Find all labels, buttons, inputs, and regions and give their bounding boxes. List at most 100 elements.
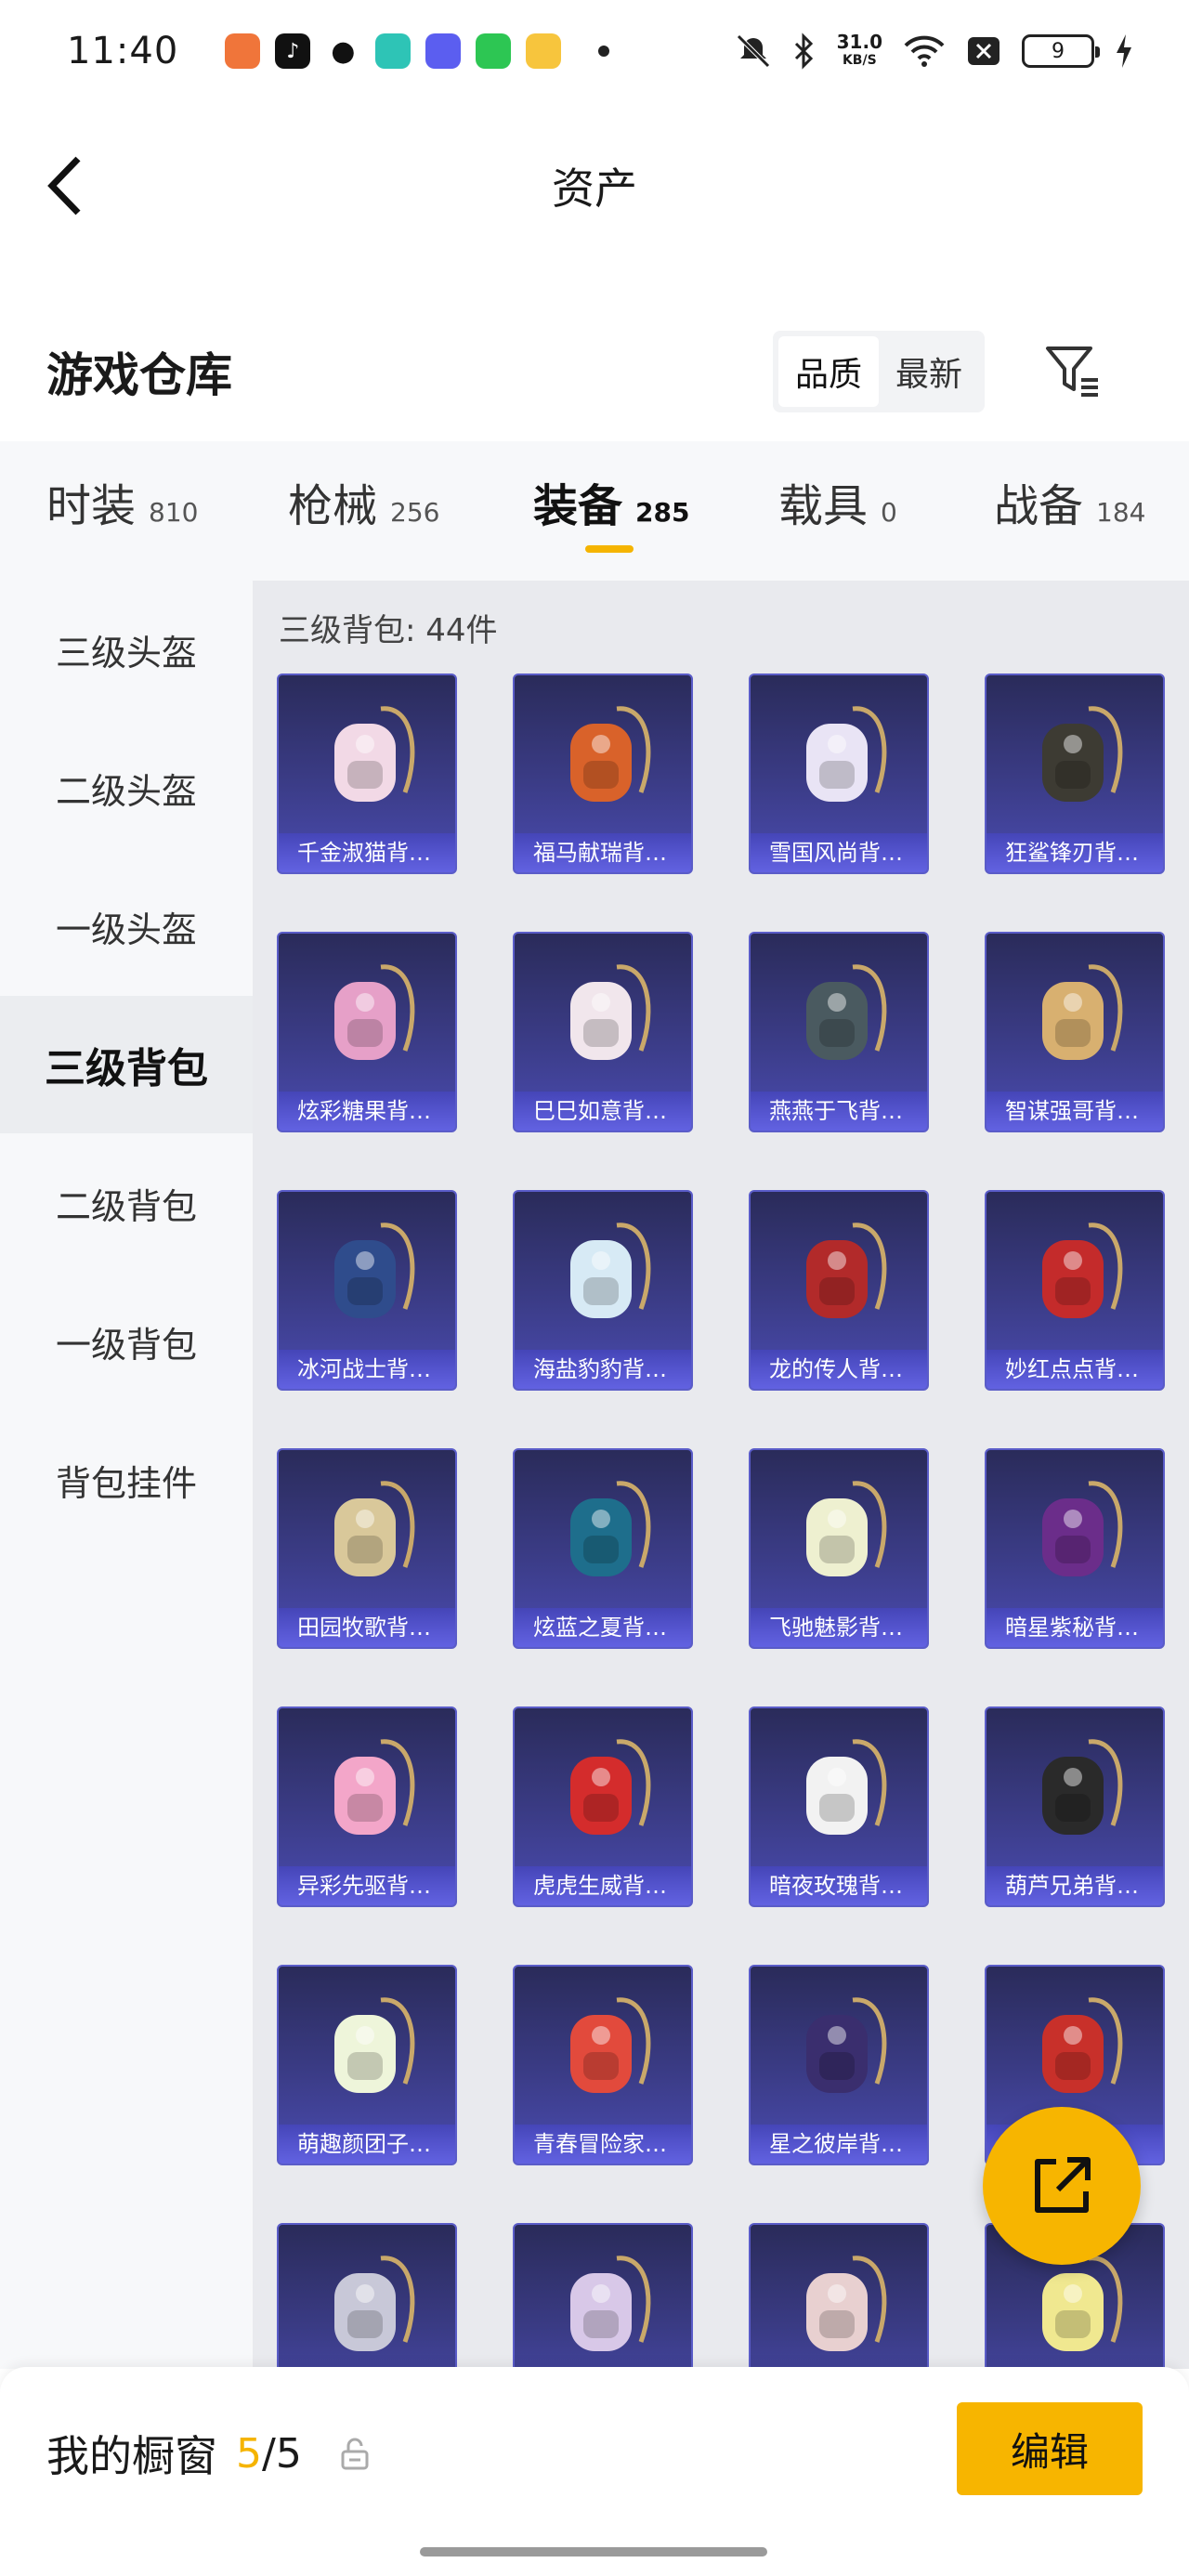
backpack-icon bbox=[1042, 964, 1123, 1060]
item-card[interactable]: 燕燕于飞背… bbox=[749, 932, 929, 1132]
tab-count: 256 bbox=[390, 497, 440, 528]
item-card[interactable]: 飞驰魅影背… bbox=[749, 1448, 929, 1649]
grid-app-icon bbox=[476, 33, 512, 69]
backpack-icon bbox=[1042, 1481, 1123, 1576]
item-card[interactable]: 青春冒险家… bbox=[513, 1965, 693, 2165]
item-name: 田园牧歌背… bbox=[279, 1608, 455, 1647]
item-card[interactable]: 虎虎生威背… bbox=[513, 1706, 693, 1907]
tab-label: 装备 bbox=[533, 480, 623, 532]
showcase-count: 5/5 bbox=[236, 2430, 302, 2478]
tab-count: 810 bbox=[149, 497, 199, 528]
net-speed-value: 31.0 bbox=[836, 31, 882, 53]
item-name: 千金淑猫背… bbox=[279, 833, 455, 872]
item-name: 虎虎生威背… bbox=[515, 1866, 691, 1905]
item-name: 妙红点点背… bbox=[986, 1350, 1163, 1389]
sidebar-item-helmet-lv1[interactable]: 一级头盔 bbox=[0, 857, 253, 995]
notification-icons: ♪ ● bbox=[225, 33, 610, 69]
game-app-icon bbox=[225, 33, 261, 69]
sidebar-item-helmet-lv2[interactable]: 二级头盔 bbox=[0, 719, 253, 856]
sidebar-item-backpack-lv3[interactable]: 三级背包 bbox=[0, 996, 253, 1133]
subcategory-sidebar: 三级头盔 二级头盔 一级头盔 三级背包 二级背包 一级背包 背包挂件 bbox=[0, 581, 253, 2369]
backpack-icon bbox=[806, 2256, 887, 2351]
item-card[interactable]: 炫彩糖果背… bbox=[277, 932, 457, 1132]
backpack-icon bbox=[1042, 706, 1123, 802]
edit-button[interactable]: 编辑 bbox=[957, 2402, 1143, 2495]
item-name: 龙的传人背… bbox=[751, 1350, 927, 1389]
item-card[interactable]: 冰河战士背… bbox=[277, 1190, 457, 1391]
more-notifications-dot bbox=[598, 46, 610, 57]
item-card[interactable]: 妙红点点背… bbox=[985, 1190, 1165, 1391]
backpack-icon bbox=[570, 706, 651, 802]
item-card[interactable]: 萌趣颜团子… bbox=[277, 1965, 457, 2165]
bottom-bar: 我的橱窗 5/5 编辑 bbox=[0, 2367, 1189, 2576]
item-card[interactable]: 海盐豹豹背… bbox=[513, 1190, 693, 1391]
item-name: 萌趣颜团子… bbox=[279, 2125, 455, 2164]
item-card[interactable] bbox=[513, 2223, 693, 2369]
sort-quality-option[interactable]: 品质 bbox=[777, 336, 879, 407]
backpack-icon bbox=[570, 964, 651, 1060]
tab-vehicles[interactable]: 载具 0 bbox=[778, 469, 897, 534]
sidebar-item-backpack-lv2[interactable]: 二级背包 bbox=[0, 1134, 253, 1272]
item-card[interactable] bbox=[749, 2223, 929, 2369]
page-title: 资产 bbox=[552, 163, 637, 214]
app-header: 资产 bbox=[0, 102, 1189, 269]
backpack-icon bbox=[334, 964, 415, 1060]
item-name: 冰河战士背… bbox=[279, 1350, 455, 1389]
tab-equipment[interactable]: 装备 285 bbox=[533, 469, 689, 534]
backpack-icon bbox=[806, 964, 887, 1060]
backpack-icon bbox=[570, 1481, 651, 1576]
item-card[interactable]: 狂鲨锋刃背… bbox=[985, 673, 1165, 874]
item-card[interactable]: 雪国风尚背… bbox=[749, 673, 929, 874]
item-card[interactable]: 千金淑猫背… bbox=[277, 673, 457, 874]
item-card[interactable]: 葫芦兄弟背… bbox=[985, 1706, 1165, 1907]
filter-icon bbox=[1046, 347, 1098, 397]
showcase-total: 5 bbox=[275, 2429, 302, 2478]
item-card[interactable]: 星之彼岸背… bbox=[749, 1965, 929, 2165]
sidebar-item-helmet-lv3[interactable]: 三级头盔 bbox=[0, 581, 253, 718]
cloud-app-icon bbox=[425, 33, 462, 69]
warehouse-header: 游戏仓库 品质 最新 bbox=[0, 325, 1189, 418]
filter-button[interactable] bbox=[1040, 339, 1105, 404]
backpack-icon bbox=[806, 1997, 887, 2093]
sidebar-item-backpack-pendant[interactable]: 背包挂件 bbox=[0, 1411, 253, 1549]
item-card[interactable]: 龙的传人背… bbox=[749, 1190, 929, 1391]
sidebar-item-backpack-lv1[interactable]: 一级背包 bbox=[0, 1273, 253, 1410]
backpack-icon bbox=[806, 1223, 887, 1318]
tab-count: 0 bbox=[881, 497, 897, 528]
tab-fashion[interactable]: 时装 810 bbox=[46, 469, 198, 534]
backpack-icon bbox=[806, 1481, 887, 1576]
item-name: 星之彼岸背… bbox=[751, 2125, 927, 2164]
home-indicator[interactable] bbox=[420, 2547, 767, 2556]
item-card[interactable]: 暗星紫秘背… bbox=[985, 1448, 1165, 1649]
tab-supplies[interactable]: 战备 184 bbox=[994, 469, 1145, 534]
item-name: 异彩先驱背… bbox=[279, 1866, 455, 1905]
item-card[interactable]: 智谋强哥背… bbox=[985, 932, 1165, 1132]
charging-icon bbox=[1117, 34, 1131, 68]
warehouse-title: 游戏仓库 bbox=[46, 348, 232, 402]
backpack-icon bbox=[1042, 1997, 1123, 2093]
back-button[interactable] bbox=[37, 149, 93, 223]
share-button[interactable] bbox=[983, 2107, 1141, 2265]
backpack-icon bbox=[334, 706, 415, 802]
backpack-icon bbox=[806, 1739, 887, 1835]
battery-indicator: 9 bbox=[1022, 34, 1100, 68]
net-speed: 31.0 KB/S bbox=[837, 33, 882, 70]
bluetooth-icon bbox=[794, 33, 813, 70]
item-card[interactable]: 福马献瑞背… bbox=[513, 673, 693, 874]
item-name: 暗星紫秘背… bbox=[986, 1608, 1163, 1647]
item-card[interactable]: 异彩先驱背… bbox=[277, 1706, 457, 1907]
note-app-icon bbox=[526, 33, 562, 69]
item-card[interactable]: 巳巳如意背… bbox=[513, 932, 693, 1132]
item-name: 智谋强哥背… bbox=[986, 1092, 1163, 1131]
category-tabs: 时装 810 枪械 256 装备 285 载具 0 战备 184 bbox=[0, 441, 1189, 581]
item-grid-area: 三级背包: 44件 千金淑猫背… 福马献瑞背… 雪国风尚背… 狂鲨锋刃背… 炫彩糖果背…… bbox=[253, 581, 1189, 2369]
sort-newest-option[interactable]: 最新 bbox=[879, 336, 979, 407]
item-card[interactable]: 炫蓝之夏背… bbox=[513, 1448, 693, 1649]
item-name: 狂鲨锋刃背… bbox=[986, 833, 1163, 872]
backpack-icon bbox=[334, 1739, 415, 1835]
item-card[interactable]: 田园牧歌背… bbox=[277, 1448, 457, 1649]
tab-weapons[interactable]: 枪械 256 bbox=[288, 469, 439, 534]
item-card[interactable] bbox=[277, 2223, 457, 2369]
item-name: 雪国风尚背… bbox=[751, 833, 927, 872]
item-card[interactable]: 暗夜玫瑰背… bbox=[749, 1706, 929, 1907]
